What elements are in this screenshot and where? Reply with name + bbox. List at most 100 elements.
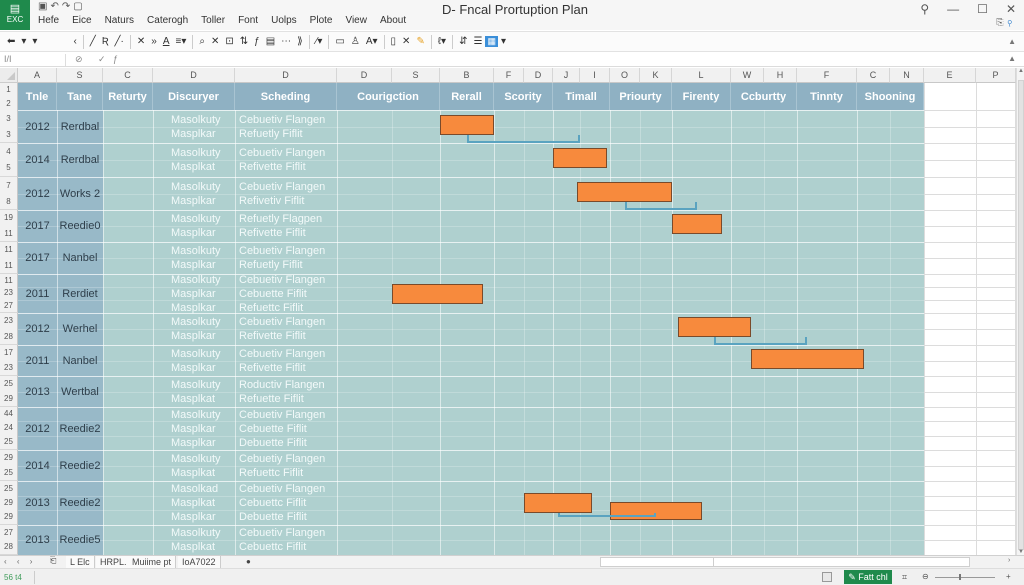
column-header-w[interactable]: W (731, 68, 764, 83)
discoverer-cell[interactable]: Masolkuty Masplkat (153, 525, 235, 555)
name-cell[interactable]: Reedie2 (57, 481, 103, 525)
note-icon[interactable]: ▯ (388, 36, 400, 47)
search-icon[interactable]: ⚲ (1008, 17, 1016, 27)
zoom-slider-thumb[interactable] (959, 574, 961, 580)
column-header-d[interactable]: D (235, 68, 337, 83)
gantt-task-bar[interactable] (672, 214, 723, 234)
gantt-task-bar[interactable] (750, 348, 864, 369)
year-cell[interactable]: 2017 (18, 210, 57, 242)
row-number[interactable]: 11 (0, 226, 17, 242)
header-cell[interactable]: Returty (103, 83, 153, 110)
sheet-tab[interactable]: L Elc (66, 556, 95, 568)
collapse-ribbon-icon[interactable]: ▲ (1008, 37, 1016, 46)
zoom-out-icon[interactable]: ⊖ (922, 572, 929, 581)
row-number[interactable]: 4 (0, 143, 17, 160)
normal-view-icon[interactable] (822, 572, 832, 582)
underline-icon[interactable]: A (160, 36, 173, 47)
pen-dropdown-icon[interactable]: ╱· (112, 36, 127, 47)
row-header-group[interactable]: 19 11 (0, 210, 18, 242)
scroll-up-icon[interactable]: ▲ (1017, 68, 1024, 74)
row-number[interactable]: 11 (0, 258, 17, 274)
scheduling-cell[interactable]: Cebuetiv Flangen Cebuette Fiflit Refuettc … (235, 274, 337, 314)
header-cell[interactable]: Shooning (857, 83, 924, 110)
menu-item-toller[interactable]: Toller (201, 15, 225, 26)
menu-item-view[interactable]: View (345, 15, 367, 26)
column-header-f[interactable]: F (494, 68, 524, 83)
column-header-n[interactable]: N (890, 68, 924, 83)
scheduling-cell[interactable]: Cebuetiv Flangen Refivette Fiflit (235, 143, 337, 177)
column-header-k[interactable]: K (640, 68, 672, 83)
save-icon[interactable]: ▣ (38, 1, 50, 12)
scheduling-cell[interactable]: Cebuetiy Flangen Refuettc Fiflit (235, 450, 337, 481)
row-number[interactable]: 28 (0, 329, 17, 345)
name-cell[interactable]: Nanbel (57, 345, 103, 376)
header-cell[interactable]: Tnle (18, 83, 57, 110)
font-color-icon[interactable]: A▾ (363, 36, 381, 47)
maximize-button[interactable]: ☐ (977, 2, 988, 16)
row-number[interactable]: 3 (0, 110, 17, 126)
column-header-h[interactable]: H (764, 68, 797, 83)
year-cell[interactable]: 2013 (18, 481, 57, 525)
sheet-nav-arrows[interactable]: ‹ ‹ › (4, 557, 36, 566)
header-cell[interactable]: Tane (57, 83, 103, 110)
gantt-task-bar[interactable] (392, 283, 484, 304)
menu-item-plote[interactable]: Plote (310, 15, 333, 26)
row-header-group[interactable]: 45 (0, 143, 18, 177)
cut-icon[interactable]: ✕ (399, 36, 413, 47)
row-number[interactable]: 44 (0, 407, 17, 421)
row-number[interactable]: 3 (0, 126, 17, 142)
column-header-s[interactable]: S (57, 68, 103, 83)
year-cell[interactable]: 2012 (18, 110, 57, 143)
row-number[interactable]: 7 (0, 177, 17, 193)
fx-icon[interactable]: ƒ (113, 54, 118, 64)
column-header-d[interactable]: D (153, 68, 235, 83)
discoverer-cell[interactable]: Masolkuty Masplkar (153, 210, 235, 242)
delete-icon[interactable]: ✕ (208, 36, 222, 47)
discoverer-cell[interactable]: Masolkad Masplkat Masplkar (153, 481, 235, 525)
name-cell[interactable]: Rerdiet (57, 274, 103, 313)
fill-icon[interactable]: ▤ (263, 36, 278, 47)
discoverer-cell[interactable]: Masolkuty Masplkat (153, 450, 235, 481)
row-number[interactable]: 28 (0, 540, 17, 555)
scroll-right-icon[interactable]: › (1008, 557, 1010, 564)
year-cell[interactable]: 2012 (18, 313, 57, 345)
year-cell[interactable]: 2013 (18, 525, 57, 555)
scheduling-cell[interactable]: Cebuetiv Flangen Refivette Fiflit (235, 313, 337, 345)
back-icon[interactable]: ⬅ (4, 36, 18, 47)
chevron-down-icon[interactable]: ▾ (18, 36, 29, 47)
gantt-task-bar[interactable] (677, 317, 751, 337)
app-icon[interactable]: ▤ EXC (0, 0, 30, 30)
sheet-options-icon[interactable]: ⎗ (50, 556, 56, 566)
add-sheet-icon[interactable]: ● (246, 557, 251, 566)
row-header-group[interactable]: 33 (0, 110, 18, 143)
menu-item-uolps[interactable]: Uolps (271, 15, 297, 26)
year-cell[interactable]: 2012 (18, 407, 57, 450)
row-number[interactable]: 27 (0, 299, 17, 312)
undo-icon[interactable]: ↶ (50, 1, 61, 12)
font-style-icon[interactable]: Ʀ (99, 36, 112, 47)
formula-icon[interactable]: ƒ (251, 36, 263, 47)
row-number[interactable]: 23 (0, 287, 17, 300)
chevron-down-icon[interactable]: ▾ (498, 36, 509, 47)
column-header-c[interactable]: C (857, 68, 890, 83)
sheet-tab[interactable]: IoA7022 (178, 556, 221, 568)
header-cell[interactable]: Scheding (235, 83, 337, 110)
row-header-group[interactable]: 44 24 25 (0, 407, 18, 450)
column-header-i[interactable]: I (580, 68, 610, 83)
row-number[interactable]: 23 (0, 313, 17, 329)
column-header-l[interactable]: L (672, 68, 731, 83)
header-cell[interactable]: Firenty (672, 83, 731, 110)
name-cell[interactable]: Werhel (57, 313, 103, 345)
gantt-task-bar[interactable] (553, 148, 607, 168)
sheet-tab[interactable]: HRPL. (96, 556, 132, 568)
discoverer-cell[interactable]: Masolkuty Masplkar (153, 110, 235, 143)
menu-item-naturs[interactable]: Naturs (105, 15, 134, 26)
cancel-icon[interactable]: ⊘ (75, 54, 83, 65)
row-number[interactable]: 17 (0, 345, 17, 360)
gantt-task-bar[interactable] (577, 181, 672, 202)
row-number[interactable]: 25 (0, 465, 17, 480)
pen-icon[interactable]: ╱ (87, 36, 99, 47)
header-cell[interactable]: Ccburtty (731, 83, 797, 110)
expand-formula-bar-icon[interactable]: ▲ (1008, 54, 1016, 63)
column-header-d[interactable]: D (524, 68, 553, 83)
